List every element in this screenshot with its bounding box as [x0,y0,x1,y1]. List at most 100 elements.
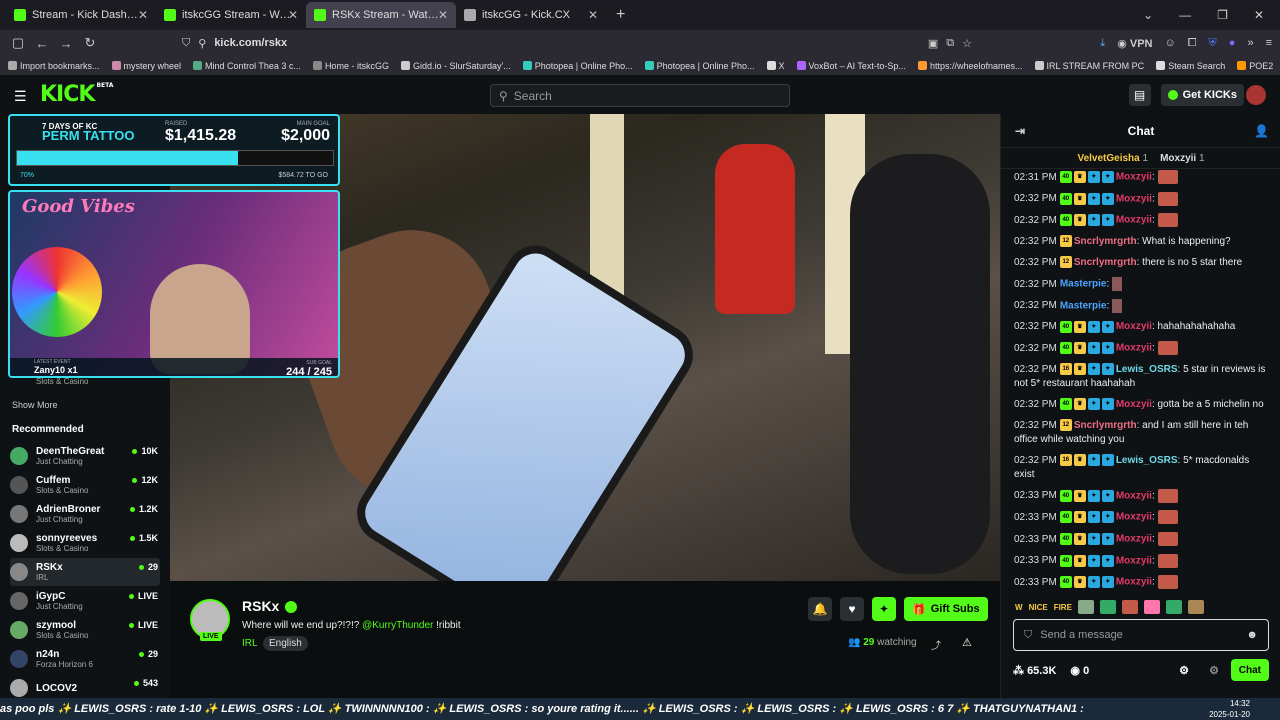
emoji-icon[interactable]: ☻ [1246,629,1258,641]
browser-tab[interactable]: RSKx Stream - Watch Live o✕ [306,2,456,28]
message-username[interactable]: Moxzyii [1116,343,1152,354]
maximize-icon[interactable]: ❐ [1217,8,1228,22]
tab-close-icon[interactable]: ✕ [588,8,598,22]
message-username[interactable]: Masterpie [1060,279,1107,290]
sidebar-channel-igypc[interactable]: iGypC Just Chatting LIVE [10,587,160,615]
account-icon[interactable]: ☺ [1165,37,1176,49]
top-gifter[interactable]: VelvetGeisha 1 [1077,153,1148,164]
bookmark-item[interactable]: Photopea | Online Pho... [522,61,633,71]
reload-icon[interactable]: ↻ [78,35,102,51]
quick-emote-image[interactable] [1187,600,1204,614]
message-username[interactable]: Sncrlymrgrth [1074,420,1137,431]
overflow-icon[interactable]: » [1247,37,1253,49]
sidebar-channel-n24n[interactable]: n24n Forza Horizon 6 29 [10,645,160,673]
address-bar[interactable]: ⛉ ⚲ kick.com/rskx ▣ ⧉ ☆ [182,33,972,53]
minimize-icon[interactable]: — [1179,8,1191,22]
quick-emote-image[interactable] [1077,600,1094,614]
close-window-icon[interactable]: ✕ [1254,8,1264,22]
chat-input[interactable]: ⛉ Send a message ☻ [1013,619,1269,651]
bookmark-item[interactable]: Steam Search [1156,61,1225,71]
share-icon[interactable]: ⤴ [931,637,941,652]
browser-tab[interactable]: itskcGG Stream - Watch Live on✕ [156,2,306,28]
channel-name[interactable]: RSKx [242,598,298,614]
bookmark-item[interactable]: Home - itskcGG [312,61,389,71]
message-username[interactable]: Moxzyii [1116,577,1152,588]
tab-close-icon[interactable]: ✕ [138,8,148,22]
send-chat-button[interactable]: Chat [1230,659,1269,681]
bookmark-item[interactable]: POE2 [1237,61,1273,71]
message-username[interactable]: Sncrlymrgrth [1074,236,1137,247]
download-icon[interactable]: ⤓ [1100,37,1105,50]
quick-emote-image[interactable] [1121,600,1138,614]
forward-icon[interactable]: → [54,36,78,51]
chat-users-icon[interactable]: 👤 [1254,124,1269,138]
bookmark-star-icon[interactable]: ☆ [962,37,972,50]
sidebar-channel-rskx[interactable]: RSKx IRL 29 [10,558,160,586]
message-username[interactable]: Moxzyii [1116,321,1152,332]
extensions-icon[interactable]: ⧠ [1188,37,1197,50]
extension-gear-icon[interactable]: ⚙ [1209,664,1219,677]
message-username[interactable]: Moxzyii [1116,215,1152,226]
user-avatar[interactable] [1246,85,1266,105]
kick-logo[interactable]: KICK BETA [40,82,113,107]
tab-list-chevron-icon[interactable]: ⌄ [1143,8,1153,22]
bookmark-item[interactable]: Gidd.io - SlurSaturday'... [400,61,511,71]
dashboard-icon[interactable]: ▤ [1128,84,1151,106]
settings-gear-icon[interactable]: ⚙ [1179,664,1189,677]
search-input[interactable]: ⚲ Search [490,84,790,107]
sidebar-channel-adrienbroner[interactable]: AdrienBroner Just Chatting 1.2K [10,500,160,528]
report-icon[interactable]: ⚠ [962,636,972,649]
quick-emote-image[interactable] [1165,600,1182,614]
quick-emote-image[interactable] [1099,600,1116,614]
tab-close-icon[interactable]: ✕ [438,8,448,22]
gift-subs-button[interactable]: 🎁 Gift Subs [904,597,988,621]
follow-heart-icon[interactable]: ♥ [840,597,864,621]
message-username[interactable]: Moxzyii [1116,172,1152,183]
category-link[interactable]: IRL [242,638,258,649]
bookmark-item[interactable]: X [766,61,785,71]
top-gifter[interactable]: Moxzyii 1 [1160,153,1204,164]
show-more-link[interactable]: Show More [12,400,58,410]
language-tag[interactable]: English [263,636,308,651]
site-info-icon[interactable]: ⚲ [198,37,206,50]
menu-icon[interactable]: ≡ [1266,37,1272,49]
bookmark-item[interactable]: mystery wheel [111,61,181,71]
bookmark-item[interactable]: IRL STREAM FROM PC [1034,61,1144,71]
kicks-button[interactable]: ✦ [872,597,896,621]
message-username[interactable]: Sncrlymrgrth [1074,257,1137,268]
hamburger-menu-icon[interactable]: ☰ [14,88,27,105]
message-username[interactable]: Lewis_OSRS [1116,364,1178,375]
bookmark-item[interactable]: Mind Control Thea 3 c... [193,61,301,71]
message-username[interactable]: Lewis_OSRS [1116,455,1178,466]
quick-emote[interactable]: W [1015,603,1023,612]
sidebar-toggle-icon[interactable]: ▢ [6,35,30,51]
vpn-button[interactable]: ◉ VPN [1117,37,1152,50]
bookmark-item[interactable]: Photopea | Online Pho... [644,61,755,71]
quick-emote[interactable]: FIRE [1054,603,1072,612]
quick-emote[interactable]: NICE [1029,603,1048,612]
message-username[interactable]: Moxzyii [1116,399,1152,410]
bookmark-item[interactable]: VoxBot – AI Text-to-Sp... [796,61,906,71]
message-username[interactable]: Moxzyii [1116,512,1152,523]
message-username[interactable]: Moxzyii [1116,555,1152,566]
bookmark-item[interactable]: https://wheelofnames... [917,61,1023,71]
bookmark-item[interactable]: Import bookmarks... [8,61,100,71]
reader-icon[interactable]: ▣ [928,37,938,50]
notification-bell-icon[interactable]: 🔔 [808,597,832,621]
new-tab-icon[interactable]: + [616,6,625,24]
sidebar-channel-cuffem[interactable]: Cuffem Slots & Casino 12K [10,471,160,499]
message-username[interactable]: Masterpie [1060,300,1107,311]
message-username[interactable]: Moxzyii [1116,193,1152,204]
shield-extension-icon[interactable]: ⛨ [1209,37,1217,50]
browser-tab[interactable]: Stream - Kick Dashboard✕ [6,2,156,28]
sidebar-channel-sonnyreeves[interactable]: sonnyreeves Slots & Casino 1.5K [10,529,160,557]
sidebar-channel-szymool[interactable]: szymool Slots & Casino LIVE [10,616,160,644]
tab-close-icon[interactable]: ✕ [288,8,298,22]
sidebar-channel-deenthegreat[interactable]: DeenTheGreat Just Chatting 10K [10,442,160,470]
message-username[interactable]: Moxzyii [1116,490,1152,501]
screenshot-icon[interactable]: ⧉ [946,37,954,50]
browser-tab[interactable]: itskcGG - Kick.CX ✕ [456,2,606,28]
get-kicks-button[interactable]: Get KICKs [1160,84,1244,106]
back-icon[interactable]: ← [30,36,54,51]
extension-icon[interactable]: ● [1229,37,1236,49]
